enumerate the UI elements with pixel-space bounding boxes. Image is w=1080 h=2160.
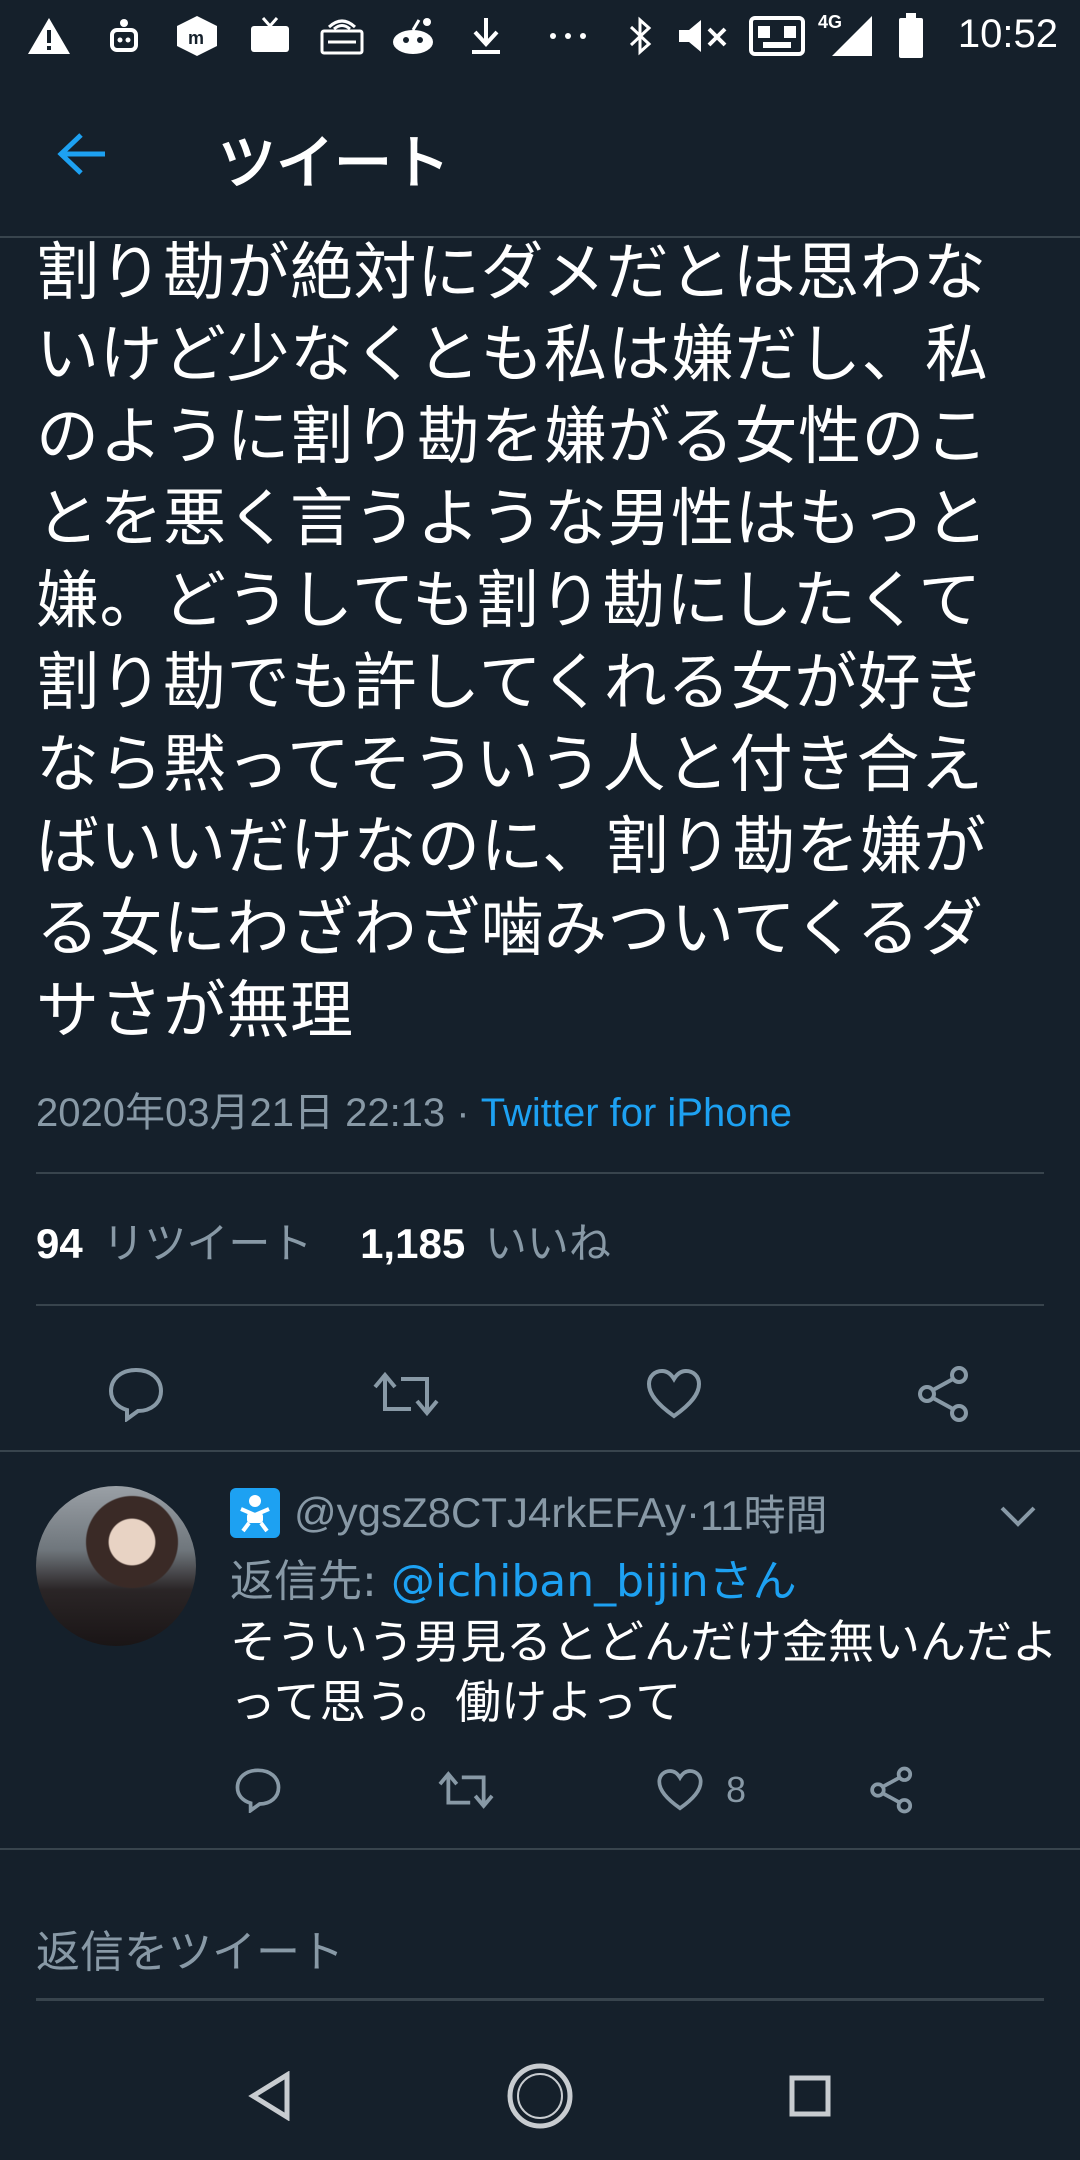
reddit-icon: [388, 14, 438, 58]
tweet-datetime: 2020年03月21日 22:13: [36, 1091, 446, 1135]
tweet-text: 割り勘が絶対にダメだとは思わな いけど少なくとも私は嫌だし、私 のように割り勘を…: [36, 236, 989, 1047]
retweet-count[interactable]: 94: [36, 1220, 83, 1267]
square-recents-icon: [789, 2075, 831, 2117]
share-button[interactable]: [904, 1354, 984, 1434]
reply-button[interactable]: [96, 1354, 176, 1434]
retweet-label[interactable]: リツイート: [102, 1220, 312, 1267]
download-icon: [466, 14, 506, 58]
retweet-icon: [373, 1371, 439, 1417]
tweet-source-link[interactable]: Twitter for iPhone: [481, 1091, 792, 1135]
arrow-left-icon: [57, 133, 105, 175]
retweet-button[interactable]: [366, 1354, 446, 1434]
meta-separator: ·: [445, 1091, 481, 1135]
router-icon: [318, 14, 366, 58]
heart-icon: [657, 1769, 703, 1811]
reply-share-button[interactable]: [868, 1760, 916, 1820]
android-robot-icon: [104, 14, 144, 58]
nav-recents-button[interactable]: [770, 2056, 850, 2136]
reply-header: @ygsZ8CTJ4rkEFAy · 11時間: [230, 1482, 828, 1543]
section-separator: [0, 1450, 1080, 1452]
section-separator: [0, 1848, 1080, 1850]
reply-icon: [235, 1768, 281, 1813]
gamepad-icon: [748, 14, 806, 58]
avatar[interactable]: [36, 1486, 196, 1646]
share-icon: [918, 1366, 968, 1422]
triangle-back-icon: [248, 2071, 290, 2121]
reply-text: そういう男見るとどんだけ金無いんだよ って思う。働けよって: [230, 1615, 1058, 1729]
reply-retweet-button[interactable]: [438, 1760, 494, 1820]
battery-icon: [896, 13, 926, 58]
like-button[interactable]: [634, 1354, 714, 1434]
bluetooth-icon: [622, 14, 658, 58]
tweet-meta: 2020年03月21日 22:13 · Twitter for iPhone: [36, 1080, 792, 1138]
svg-text:m: m: [188, 28, 204, 48]
reply-compose-input[interactable]: 返信をツイート: [36, 1916, 344, 1980]
top-app-bar: ツイート: [0, 72, 1080, 238]
reply-separator: ·: [685, 1488, 700, 1536]
retweet-icon: [438, 1771, 494, 1809]
share-icon: [870, 1766, 913, 1814]
mercari-icon: m: [172, 14, 222, 58]
reply-like-button[interactable]: 8: [656, 1760, 746, 1820]
signal-icon: 4G: [818, 12, 874, 58]
reply-to-line: 返信先: @ichiban_bijinさん: [230, 1545, 797, 1609]
nav-home-button[interactable]: [500, 2056, 580, 2136]
reply-time: 11時間: [699, 1492, 828, 1539]
baby-icon: [230, 1487, 280, 1538]
nav-back-button[interactable]: [230, 2056, 310, 2136]
reply-actions: 8: [0, 1760, 1080, 1820]
reply-icon: [108, 1367, 164, 1422]
home-circle-icon: [507, 2063, 573, 2129]
heart-icon: [646, 1368, 702, 1419]
divider: [36, 1304, 1044, 1306]
chevron-down-icon[interactable]: [996, 1496, 1040, 1536]
status-bar: m 4G 10:52: [0, 0, 1080, 72]
like-count[interactable]: 1,185: [360, 1220, 465, 1267]
reply-to-user-link[interactable]: @ichiban_bijinさん: [391, 1556, 797, 1607]
tv-icon: [248, 14, 292, 58]
reply-handle[interactable]: @ygsZ8CTJ4rkEFAy: [294, 1489, 686, 1537]
back-button[interactable]: [42, 124, 122, 184]
tweet-stats: 94 リツイート 1,185 いいね: [36, 1210, 611, 1271]
more-dots-icon: [548, 14, 588, 58]
tweet-actions: [0, 1330, 1080, 1450]
clock: 10:52: [957, 12, 1058, 56]
warning-icon: [24, 14, 74, 58]
reply-like-count: 8: [726, 1769, 747, 1810]
divider: [36, 1172, 1044, 1174]
mute-icon: [676, 14, 734, 58]
network-label: 4G: [818, 12, 843, 32]
reply-reply-button[interactable]: [234, 1760, 282, 1820]
reply-to-prefix: 返信先:: [230, 1556, 391, 1607]
like-label[interactable]: いいね: [485, 1220, 611, 1267]
page-title: ツイート: [218, 129, 451, 197]
compose-underline: [36, 1998, 1044, 2001]
navigation-bar: [0, 2020, 1080, 2160]
